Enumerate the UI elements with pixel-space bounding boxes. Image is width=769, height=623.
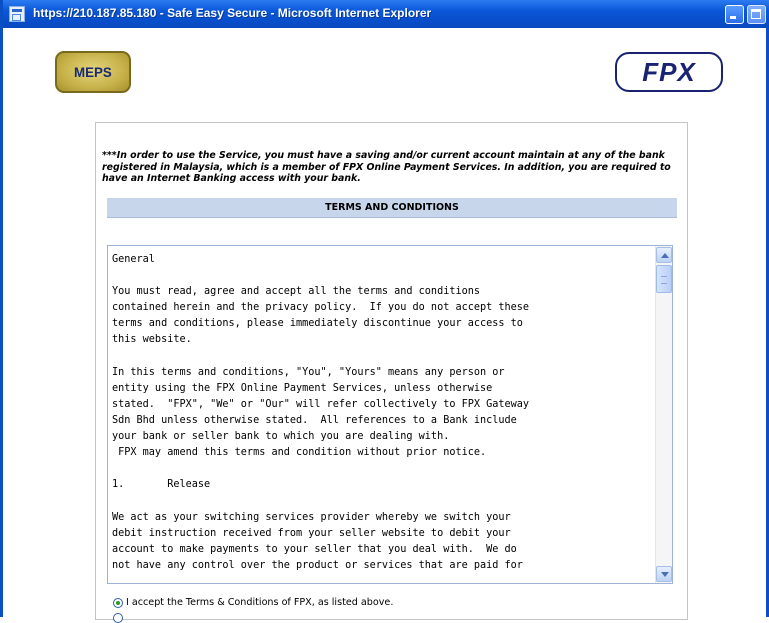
scroll-thumb[interactable] bbox=[656, 265, 672, 293]
terms-line: account to make payments to your seller … bbox=[112, 543, 517, 555]
terms-line: General bbox=[112, 254, 155, 265]
title-bar: https://210.187.85.180 - Safe Easy Secur… bbox=[3, 0, 769, 28]
terms-line: your bank or seller bank to which you ar… bbox=[112, 431, 450, 443]
scroll-down-button[interactable] bbox=[656, 566, 672, 582]
terms-textarea[interactable]: General You must read, agree and accept … bbox=[107, 245, 673, 584]
maximize-button[interactable] bbox=[747, 5, 766, 24]
scroll-up-button[interactable] bbox=[656, 247, 672, 263]
fpx-logo-text: FPX bbox=[642, 56, 696, 87]
terms-line: entity using the FPX Online Payment Serv… bbox=[112, 382, 493, 394]
window-title: https://210.187.85.180 - Safe Easy Secur… bbox=[33, 6, 432, 20]
accept-radio[interactable] bbox=[113, 597, 123, 608]
minimize-button[interactable] bbox=[725, 5, 744, 24]
terms-line bbox=[112, 493, 653, 509]
terms-line bbox=[112, 268, 653, 284]
terms-line: not have any control over the product or… bbox=[112, 559, 523, 571]
terms-line: Sdn Bhd unless otherwise stated. All ref… bbox=[112, 414, 517, 426]
service-notice: ***In order to use the Service, you must… bbox=[102, 150, 671, 185]
terms-line: You must read, agree and accept all the … bbox=[112, 286, 481, 298]
chevron-up-icon bbox=[661, 253, 669, 258]
terms-text: General You must read, agree and accept … bbox=[112, 252, 653, 574]
browser-window: https://210.187.85.180 - Safe Easy Secur… bbox=[0, 0, 769, 623]
terms-heading: TERMS AND CONDITIONS bbox=[107, 198, 677, 218]
accept-option[interactable]: I accept the Terms & Conditions of FPX, … bbox=[113, 597, 393, 608]
chevron-down-icon bbox=[661, 572, 669, 577]
terms-line bbox=[112, 461, 653, 477]
terms-line: debit instruction received from your sel… bbox=[112, 527, 511, 539]
terms-line: We act as your switching services provid… bbox=[112, 511, 511, 523]
terms-scrollbar[interactable] bbox=[655, 246, 672, 583]
terms-line bbox=[112, 349, 653, 365]
meps-logo: MEPS bbox=[55, 51, 131, 93]
accept-label: I accept the Terms & Conditions of FPX, … bbox=[126, 597, 394, 608]
fpx-logo: FPX bbox=[615, 52, 723, 92]
terms-line: In this terms and conditions, "You", "Yo… bbox=[112, 366, 505, 378]
terms-line: stated. "FPX", "We" or "Our" will refer … bbox=[112, 398, 530, 410]
terms-line: 1. Release bbox=[112, 479, 211, 491]
terms-heading-label: TERMS AND CONDITIONS bbox=[325, 202, 459, 213]
terms-line: terms and conditions, please immediately… bbox=[112, 318, 523, 330]
terms-line: this website. bbox=[112, 334, 192, 346]
terms-line: contained herein and the privacy policy.… bbox=[112, 302, 530, 314]
terms-line: FPX may amend this terms and condition w… bbox=[112, 447, 487, 459]
ie-page-icon bbox=[9, 6, 25, 22]
meps-logo-text: MEPS bbox=[74, 64, 112, 80]
decline-radio[interactable] bbox=[113, 613, 123, 623]
